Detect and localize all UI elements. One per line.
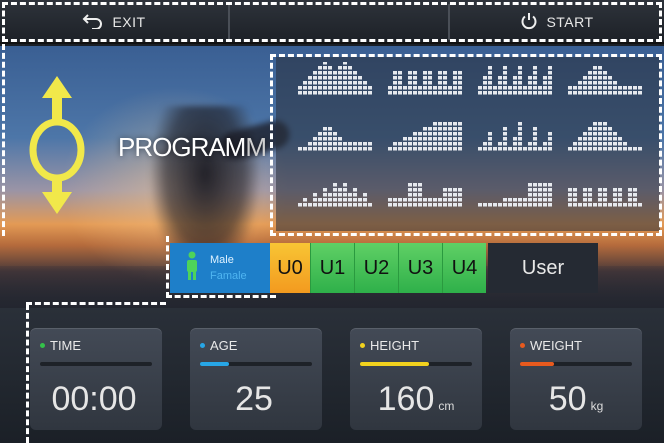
- exit-label: EXIT: [112, 14, 146, 30]
- height-value: 160: [377, 380, 435, 418]
- time-value: 00:00: [51, 380, 137, 418]
- male-label: Male: [210, 254, 234, 266]
- user-slot-u2[interactable]: U2: [354, 243, 398, 293]
- program-icon-8[interactable]: [566, 118, 642, 154]
- time-card[interactable]: TIME 00:00: [30, 328, 162, 430]
- person-icon: [184, 251, 200, 286]
- start-label: START: [546, 14, 594, 30]
- top-bar: EXIT START: [0, 0, 664, 44]
- time-label: TIME: [50, 338, 82, 353]
- program-icon-7[interactable]: [476, 118, 552, 154]
- age-label: AGE: [210, 338, 238, 353]
- program-icon-10[interactable]: [386, 174, 462, 210]
- female-label: Famale: [210, 270, 247, 282]
- program-label-main: PROGRAM: [118, 132, 246, 162]
- height-label: HEIGHT: [370, 338, 420, 353]
- program-icon-2[interactable]: [386, 62, 462, 98]
- power-icon: [520, 12, 538, 33]
- program-icon-1[interactable]: [296, 61, 372, 98]
- time-track: [40, 362, 152, 366]
- up-down-arrows-icon[interactable]: [22, 70, 92, 220]
- age-fill: [200, 362, 230, 366]
- age-track: [200, 362, 312, 366]
- height-track: [360, 362, 472, 366]
- program-icon-3[interactable]: [476, 62, 552, 98]
- program-label-suffix: M: [245, 132, 267, 162]
- user-slot-u3[interactable]: U3: [398, 243, 442, 293]
- program-icon-12[interactable]: [566, 174, 642, 210]
- program-icon-4[interactable]: [566, 62, 642, 98]
- weight-fill: [520, 362, 554, 366]
- weight-value: 50: [548, 380, 587, 418]
- program-icon-11[interactable]: [476, 174, 552, 210]
- height-dot: [360, 343, 365, 348]
- user-slot-u4[interactable]: U4: [442, 243, 486, 293]
- time-dot: [40, 343, 45, 348]
- program-icon-5[interactable]: [296, 118, 372, 154]
- height-fill: [360, 362, 430, 366]
- program-icon-6[interactable]: [386, 118, 462, 154]
- start-button[interactable]: START: [450, 0, 664, 44]
- exit-button[interactable]: EXIT: [0, 0, 228, 44]
- weight-unit: kg: [590, 399, 604, 413]
- top-bar-middle: [230, 0, 448, 44]
- program-label: PROGRAMM: [118, 132, 267, 163]
- height-unit: cm: [438, 399, 455, 413]
- weight-label: WEIGHT: [530, 338, 582, 353]
- user-selection-bar: Male Famale U0 U1 U2 U3 U4 User: [170, 243, 664, 293]
- program-icon-9[interactable]: [296, 174, 372, 210]
- user-slot-u0[interactable]: U0: [270, 243, 310, 293]
- weight-dot: [520, 343, 525, 348]
- user-slot-u1[interactable]: U1: [310, 243, 354, 293]
- back-arrow-icon: [82, 13, 104, 32]
- height-card[interactable]: HEIGHT 160 cm: [350, 328, 482, 430]
- age-card[interactable]: AGE 25: [190, 328, 322, 430]
- gender-toggle[interactable]: Male Famale: [170, 243, 270, 293]
- weight-track: [520, 362, 632, 366]
- age-dot: [200, 343, 205, 348]
- highlight-frame-bottom-top: [26, 302, 166, 305]
- weight-card[interactable]: WEIGHT 50 kg: [510, 328, 642, 430]
- age-value: 25: [235, 380, 273, 418]
- user-button[interactable]: User: [488, 243, 598, 293]
